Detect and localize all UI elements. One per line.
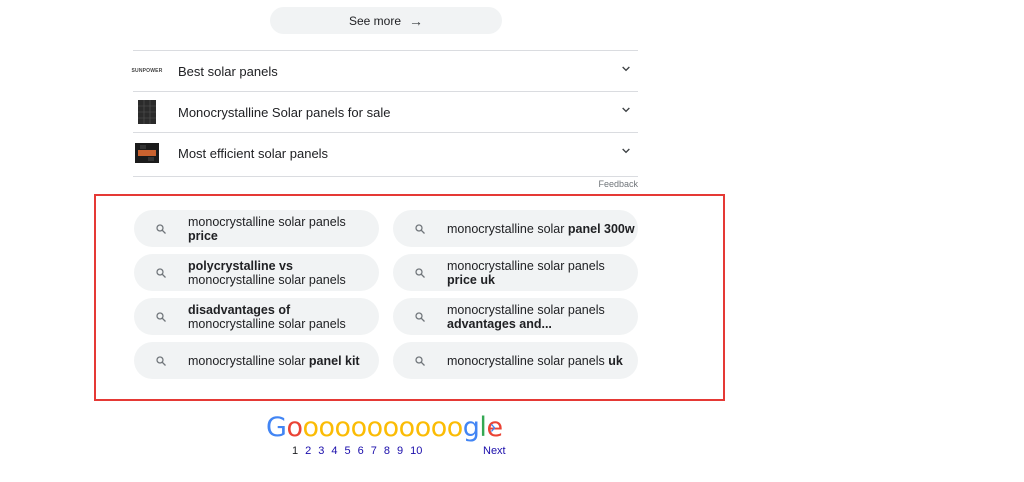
suggestion-chip[interactable]: monocrystalline solar panels price: [134, 210, 379, 247]
related-item-best-solar-panels[interactable]: SUNPOWER Best solar panels: [131, 50, 638, 91]
chevron-down-icon: [622, 148, 630, 154]
suggestion-text: monocrystalline solar panels price: [188, 214, 346, 243]
solar-panel-efficient-thumb-icon: [134, 140, 160, 166]
logo-letter: o: [302, 412, 319, 443]
suggestion-chip[interactable]: polycrystalline vs monocrystalline solar …: [134, 254, 379, 291]
page-number-5[interactable]: 5: [345, 445, 351, 457]
feedback-link[interactable]: Feedback: [590, 179, 638, 189]
logo-letter: g: [462, 412, 480, 443]
page-number-10[interactable]: 10: [410, 445, 422, 457]
suggestion-text: monocrystalline solar panels price uk: [447, 258, 605, 287]
logo-letter: o: [350, 412, 368, 443]
see-more-label: See more: [348, 13, 402, 28]
page-number-3[interactable]: 3: [318, 445, 324, 457]
search-icon: [134, 267, 188, 279]
suggestion-text: disadvantages of monocrystalline solar pa…: [188, 302, 346, 331]
page-number-1: 1: [292, 445, 299, 457]
suggestion-chip[interactable]: monocrystalline solar panel kit: [134, 342, 379, 379]
logo-letter: o: [430, 412, 448, 443]
next-page-link[interactable]: Next: [483, 445, 506, 457]
page-number-4[interactable]: 4: [331, 445, 337, 457]
search-icon: [134, 311, 188, 323]
page-number-8[interactable]: 8: [384, 445, 390, 457]
suggestion-chip[interactable]: monocrystalline solar panel 300w: [393, 210, 638, 247]
suggestion-chip[interactable]: disadvantages of monocrystalline solar pa…: [134, 298, 379, 335]
logo-letter: o: [382, 412, 400, 443]
logo-letter: G: [266, 412, 287, 443]
suggestion-text: polycrystalline vs monocrystalline solar …: [188, 258, 346, 287]
see-more-button[interactable]: See more →: [270, 7, 502, 34]
suggestion-chip[interactable]: monocrystalline solar panels advantages …: [393, 298, 638, 335]
arrow-right-icon: →: [409, 12, 424, 29]
related-item-label: Monocrystalline Solar panels for sale: [178, 104, 391, 120]
google-logo: Gooooooooooogle: [266, 412, 503, 443]
pagination-footer: Gooooooooooogle › 1 2 3 4 5 6 7 8 9 10 Next: [266, 412, 526, 462]
page-number-9[interactable]: 9: [397, 445, 403, 457]
related-item-most-efficient[interactable]: Most efficient solar panels: [133, 132, 638, 173]
page-number-7[interactable]: 7: [371, 445, 377, 457]
search-icon: [134, 223, 188, 235]
solar-panel-thumb-icon: [134, 99, 160, 125]
logo-letter: o: [366, 412, 384, 443]
chevron-down-icon: [622, 107, 630, 113]
logo-letter: o: [318, 412, 336, 443]
chevron-right-icon[interactable]: ›: [490, 417, 496, 438]
search-icon: [393, 355, 447, 367]
page-number-6[interactable]: 6: [358, 445, 364, 457]
page-number-2[interactable]: 2: [305, 445, 311, 457]
suggestion-text: monocrystalline solar panel kit: [188, 353, 360, 368]
search-icon: [393, 311, 447, 323]
related-searches-list: SUNPOWER Best solar panels Monocrystalli…: [131, 50, 638, 173]
sunpower-logo-icon: SUNPOWER: [131, 68, 163, 74]
feedback-row: Feedback: [133, 176, 638, 191]
related-item-monocrystalline-for-sale[interactable]: Monocrystalline Solar panels for sale: [133, 91, 638, 132]
chevron-down-icon: [622, 66, 630, 72]
logo-letter: o: [398, 412, 416, 443]
search-icon: [393, 223, 447, 235]
suggestion-chip[interactable]: monocrystalline solar panels price uk: [393, 254, 638, 291]
logo-letter: o: [286, 412, 303, 443]
search-icon: [134, 355, 188, 367]
suggestions-grid: monocrystalline solar panels price monoc…: [134, 210, 638, 379]
logo-letter: o: [446, 412, 464, 443]
logo-letter: o: [334, 412, 352, 443]
suggestion-text: monocrystalline solar panels uk: [447, 353, 623, 368]
logo-letter: o: [414, 412, 432, 443]
suggestion-chip[interactable]: monocrystalline solar panels uk: [393, 342, 638, 379]
page-numbers: 1 2 3 4 5 6 7 8 9 10: [292, 445, 422, 457]
suggestion-text: monocrystalline solar panels advantages …: [447, 302, 605, 331]
suggestion-text: monocrystalline solar panel 300w: [447, 221, 635, 236]
search-icon: [393, 267, 447, 279]
related-item-label: Most efficient solar panels: [178, 145, 329, 161]
related-item-label: Best solar panels: [178, 63, 278, 79]
